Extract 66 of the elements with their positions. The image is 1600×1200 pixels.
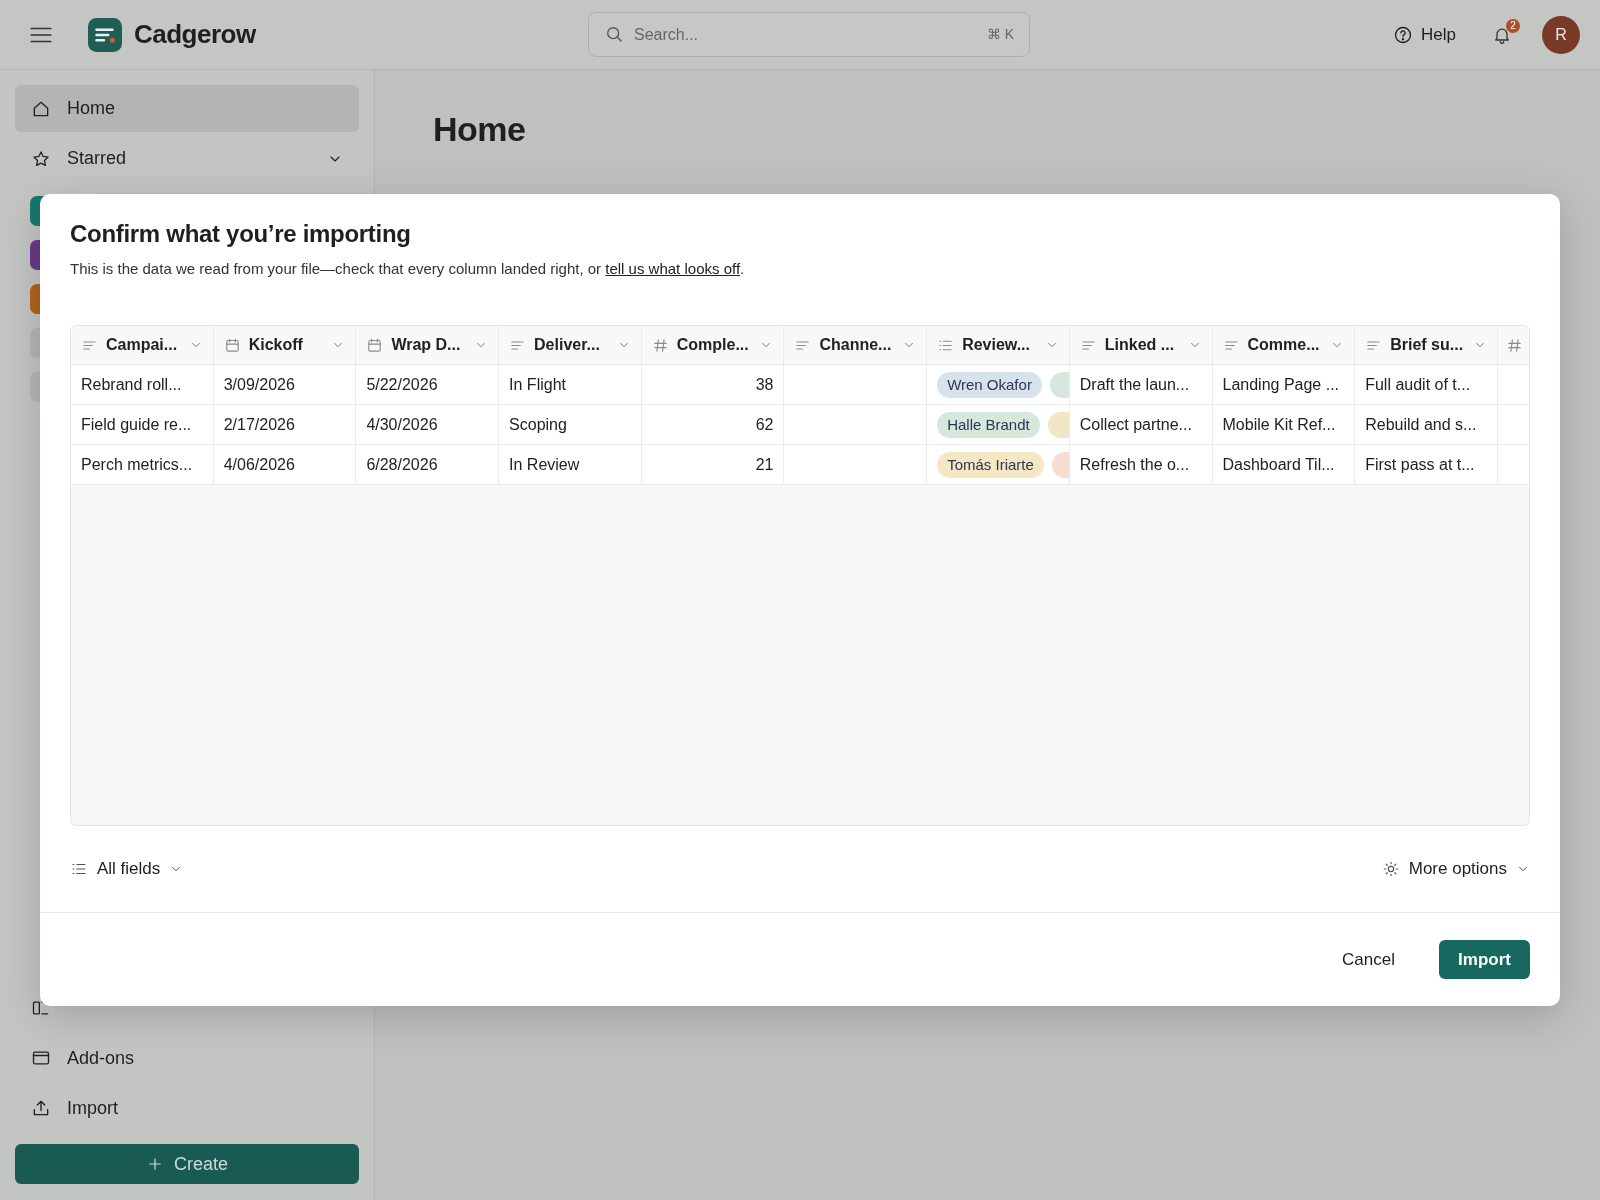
table-cell: First pass at t...: [1365, 455, 1475, 474]
table-cell: 2/17/2026: [223, 415, 295, 434]
sidebar-item[interactable]: Home: [15, 85, 359, 132]
feedback-link[interactable]: tell us what looks off: [605, 260, 741, 277]
table-cell: In Flight: [509, 375, 566, 394]
column-header[interactable]: Campai...: [71, 326, 214, 364]
plus-icon: [146, 1155, 164, 1173]
column-header[interactable]: Channe...: [784, 326, 928, 364]
help-icon: [1393, 24, 1414, 45]
calendar-icon: [366, 336, 384, 354]
sidebar-item[interactable]: Starred: [15, 135, 359, 182]
gear-icon: [1381, 860, 1400, 878]
reviewer-tag: Halle Brandt: [937, 411, 1040, 438]
dialog-title: Confirm what you’re importing: [70, 220, 412, 248]
table-cell: 4/30/2026: [366, 415, 438, 434]
star-icon: [31, 148, 51, 169]
table-cell: Perch metrics...: [81, 455, 193, 474]
fields-menu[interactable]: All fields: [70, 859, 184, 879]
table-cell: Scoping: [509, 415, 567, 434]
column-header[interactable]: Linked ...: [1069, 326, 1213, 364]
table-cell: Dashboard Til...: [1222, 455, 1335, 474]
table-cell: 62: [755, 415, 774, 434]
table-cell: Field guide re...: [81, 415, 192, 434]
sidebar-item[interactable]: Add-ons: [67, 1047, 135, 1069]
table-cell: 3/09/2026: [223, 375, 295, 394]
app-logo: [88, 17, 122, 52]
notification-badge: 2: [1506, 18, 1520, 33]
app-name: Cadgerow: [134, 19, 256, 50]
column-header[interactable]: Deliver...: [499, 326, 642, 364]
column-header[interactable]: Comme...: [1212, 326, 1356, 364]
table-cell: In Review: [509, 455, 580, 474]
table-cell: 5/22/2026: [366, 375, 438, 394]
table-cell: Draft the laun...: [1079, 375, 1190, 394]
import-button[interactable]: Import: [1439, 940, 1530, 979]
reviewer-tag: Tomás Iriarte: [937, 451, 1044, 478]
page-title: Home: [433, 110, 527, 149]
table-cell: 4/06/2026: [223, 455, 295, 474]
table-cell: 38: [755, 375, 774, 394]
shortcut-hint: ⌘ K: [986, 26, 1014, 42]
column-header[interactable]: Wrap D...: [356, 326, 500, 364]
table-cell: Landing Page ...: [1222, 375, 1340, 394]
hash-icon: [651, 336, 669, 354]
avatar[interactable]: R: [1542, 15, 1580, 54]
column-header[interactable]: Comple...: [641, 326, 785, 364]
more-options-menu[interactable]: More options: [1381, 859, 1530, 879]
upload-icon[interactable]: [31, 1098, 51, 1118]
table-cell: Rebuild and s...: [1365, 415, 1477, 434]
calendar-icon: [223, 336, 241, 354]
hash-icon: [1505, 336, 1523, 354]
column-header[interactable]: Brief su...: [1355, 326, 1498, 364]
table-cell: Mobile Kit Ref...: [1222, 415, 1336, 434]
table-cell: Collect partne...: [1079, 415, 1192, 434]
search-icon: [604, 24, 624, 44]
table-cell: Full audit of t...: [1365, 375, 1471, 394]
reviewer-tag: Wren Okafor: [937, 371, 1042, 398]
cancel-button[interactable]: Cancel: [1336, 948, 1401, 971]
column-header[interactable]: Review...: [927, 326, 1070, 364]
create-button[interactable]: Create: [15, 1144, 359, 1184]
sidebar-item[interactable]: Import: [67, 1097, 118, 1119]
table-cell: 21: [755, 455, 774, 474]
table-cell: 6/28/2026: [366, 455, 438, 474]
table-cell: Rebrand roll...: [81, 375, 182, 394]
help-button[interactable]: Help: [1387, 23, 1462, 46]
column-header[interactable]: Kickoff: [213, 326, 357, 364]
table-cell: Refresh the o...: [1079, 455, 1190, 474]
dialog-description: This is the data we read from your file—check that every column landed right, or tell us what looks off.: [70, 260, 746, 277]
